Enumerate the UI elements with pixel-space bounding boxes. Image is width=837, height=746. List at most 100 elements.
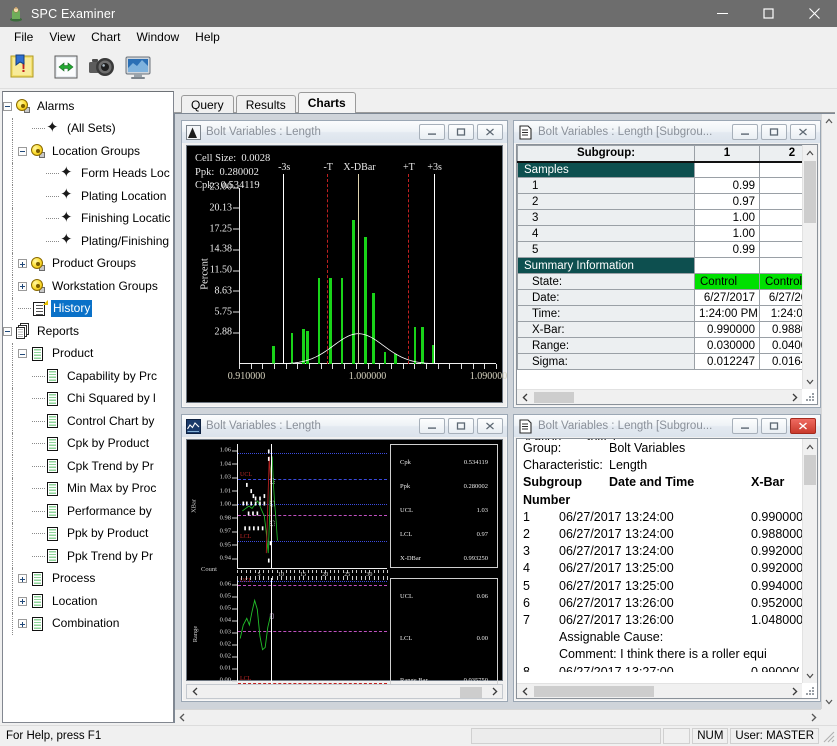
- tab-results[interactable]: Results: [236, 95, 296, 113]
- grid-horizontal-scrollbar[interactable]: [517, 389, 802, 404]
- tree-expander[interactable]: [18, 282, 27, 291]
- tree-expander[interactable]: [3, 327, 12, 336]
- tree-expander[interactable]: [18, 259, 27, 268]
- sidebar-item-alarms[interactable]: Alarms: [3, 95, 173, 118]
- mdi-scroll-down-icon[interactable]: [822, 695, 835, 709]
- report-viewport[interactable]: ocation: Shift 1Group:Bolt VariablesChar…: [516, 438, 818, 699]
- table-cell[interactable]: 1:24:00 PM: [695, 306, 760, 322]
- restore-button[interactable]: [448, 124, 474, 140]
- subgroup-table[interactable]: Subgroup:12Samples10.99120.97031.00041.0…: [517, 145, 818, 370]
- mdi-scroll-right-icon[interactable]: [807, 710, 821, 723]
- minimize-button[interactable]: [699, 0, 745, 27]
- minimize-button[interactable]: [732, 418, 758, 434]
- subgroup-grid-window[interactable]: Bolt Variables : Length [Subgrou...: [513, 120, 821, 408]
- tab-query[interactable]: Query: [181, 95, 234, 113]
- table-cell[interactable]: 0.030000: [695, 338, 760, 354]
- resize-grip[interactable]: [803, 684, 816, 697]
- resize-grip[interactable]: [803, 390, 816, 403]
- scroll-up-icon[interactable]: [803, 145, 817, 160]
- menu-file[interactable]: File: [6, 28, 41, 46]
- monitor-icon[interactable]: [122, 51, 156, 85]
- minimize-button[interactable]: [419, 124, 445, 140]
- tree-expander[interactable]: [18, 147, 27, 156]
- minimize-button[interactable]: [732, 124, 758, 140]
- close-button[interactable]: [477, 418, 503, 434]
- range-chart-cursor[interactable]: [271, 578, 272, 690]
- scroll-left-icon[interactable]: [187, 687, 202, 696]
- sidebar-item-workstation-groups[interactable]: Workstation Groups: [3, 275, 173, 298]
- restore-button[interactable]: [761, 418, 787, 434]
- navigation-tree[interactable]: Alarms(All Sets)Location GroupsForm Head…: [2, 91, 174, 723]
- green-arrows-icon[interactable]: [50, 51, 84, 85]
- report-vertical-scrollbar[interactable]: [802, 439, 817, 683]
- sidebar-item-process[interactable]: Process: [3, 568, 173, 591]
- sidebar-item-capability-by-prc[interactable]: Capability by Prc: [3, 365, 173, 388]
- table-cell[interactable]: 0.97: [695, 194, 760, 210]
- scroll-down-icon[interactable]: [803, 374, 817, 389]
- report-window[interactable]: Bolt Variables : Length [Subgrou...: [513, 414, 821, 702]
- histogram-window[interactable]: Bolt Variables : Length: [181, 120, 508, 408]
- control-chart-hscrollbar[interactable]: [186, 684, 503, 699]
- close-button[interactable]: [477, 124, 503, 140]
- sidebar-item-finishing-locatic[interactable]: Finishing Locatic: [3, 208, 173, 231]
- table-cell[interactable]: 1.00: [695, 226, 760, 242]
- status-resize-grip[interactable]: [821, 729, 835, 743]
- table-cell[interactable]: 0.99: [695, 242, 760, 258]
- tree-expander[interactable]: [18, 574, 27, 583]
- sidebar-item-performance-by[interactable]: Performance by: [3, 500, 173, 523]
- menu-help[interactable]: Help: [187, 28, 228, 46]
- report-titlebar[interactable]: Bolt Variables : Length [Subgrou...: [514, 415, 820, 437]
- tab-charts[interactable]: Charts: [298, 92, 356, 113]
- scroll-up-icon[interactable]: [803, 439, 817, 454]
- scroll-right-icon[interactable]: [487, 687, 502, 696]
- tree-expander[interactable]: [18, 597, 27, 606]
- sidebar-item-all-sets[interactable]: (All Sets): [3, 118, 173, 141]
- histogram-window-titlebar[interactable]: Bolt Variables : Length: [182, 121, 507, 143]
- table-cell[interactable]: 1.00: [695, 210, 760, 226]
- report-vscroll-thumb[interactable]: [804, 455, 816, 485]
- mdi-scroll-up-icon[interactable]: [822, 114, 835, 128]
- sidebar-item-cpk-by-product[interactable]: Cpk by Product: [3, 433, 173, 456]
- table-cell[interactable]: 0.99: [695, 178, 760, 194]
- menu-window[interactable]: Window: [128, 28, 187, 46]
- mdi-horizontal-scrollbar[interactable]: [175, 709, 821, 723]
- sidebar-item-chi-squared-by-l[interactable]: Chi Squared by l: [3, 388, 173, 411]
- tree-expander[interactable]: [18, 349, 27, 358]
- scroll-left-icon[interactable]: [517, 393, 532, 402]
- control-chart-canvas[interactable]: XBar1.061.041.031.011.000.980.970.950.94…: [186, 439, 503, 681]
- scroll-down-icon[interactable]: [803, 668, 817, 683]
- histogram-canvas[interactable]: Cell Size: 0.0028 Ppk: 0.280002 Cpk: 0.5…: [186, 145, 503, 403]
- grid-hscroll-thumb[interactable]: [534, 392, 574, 403]
- sidebar-item-plating-location[interactable]: Plating Location: [3, 185, 173, 208]
- sidebar-item-cpk-trend-by-pr[interactable]: Cpk Trend by Pr: [3, 455, 173, 478]
- sidebar-item-product-groups[interactable]: Product Groups: [3, 253, 173, 276]
- sidebar-item-combination[interactable]: Combination: [3, 613, 173, 636]
- mdi-scroll-left-icon[interactable]: [175, 710, 189, 723]
- minimize-button[interactable]: [419, 418, 445, 434]
- report-hscroll-thumb[interactable]: [534, 686, 654, 697]
- subgroup-column-header[interactable]: 1: [695, 146, 760, 162]
- tree-expander[interactable]: [18, 619, 27, 628]
- sidebar-item-location-groups[interactable]: Location Groups: [3, 140, 173, 163]
- maximize-button[interactable]: [745, 0, 791, 27]
- close-button[interactable]: [790, 124, 816, 140]
- table-cell[interactable]: 6/27/2017: [695, 290, 760, 306]
- control-chart-window[interactable]: Bolt Variables : Length: [181, 414, 508, 702]
- sidebar-item-min-max-by-proc[interactable]: Min Max by Proc: [3, 478, 173, 501]
- sidebar-item-plating-finishing[interactable]: Plating/Finishing: [3, 230, 173, 253]
- sidebar-item-location[interactable]: Location: [3, 590, 173, 613]
- subgroup-grid-viewport[interactable]: Subgroup:12Samples10.99120.97031.00041.0…: [516, 144, 818, 405]
- table-cell[interactable]: 0.990000: [695, 322, 760, 338]
- menu-chart[interactable]: Chart: [83, 28, 128, 46]
- range-chart-plot[interactable]: UCLLCL: [237, 578, 387, 690]
- mdi-vertical-scrollbar[interactable]: [821, 114, 835, 709]
- camera-icon[interactable]: [86, 51, 120, 85]
- sidebar-item-history[interactable]: History: [3, 298, 173, 321]
- control-chart-titlebar[interactable]: Bolt Variables : Length: [182, 415, 507, 437]
- sidebar-item-product[interactable]: Product: [3, 343, 173, 366]
- note-alert-icon[interactable]: !: [7, 51, 41, 85]
- subgroup-grid-titlebar[interactable]: Bolt Variables : Length [Subgrou...: [514, 121, 820, 143]
- table-cell[interactable]: 0.012247: [695, 354, 760, 370]
- restore-button[interactable]: [448, 418, 474, 434]
- xbar-chart-plot[interactable]: UCLLCL: [237, 444, 387, 568]
